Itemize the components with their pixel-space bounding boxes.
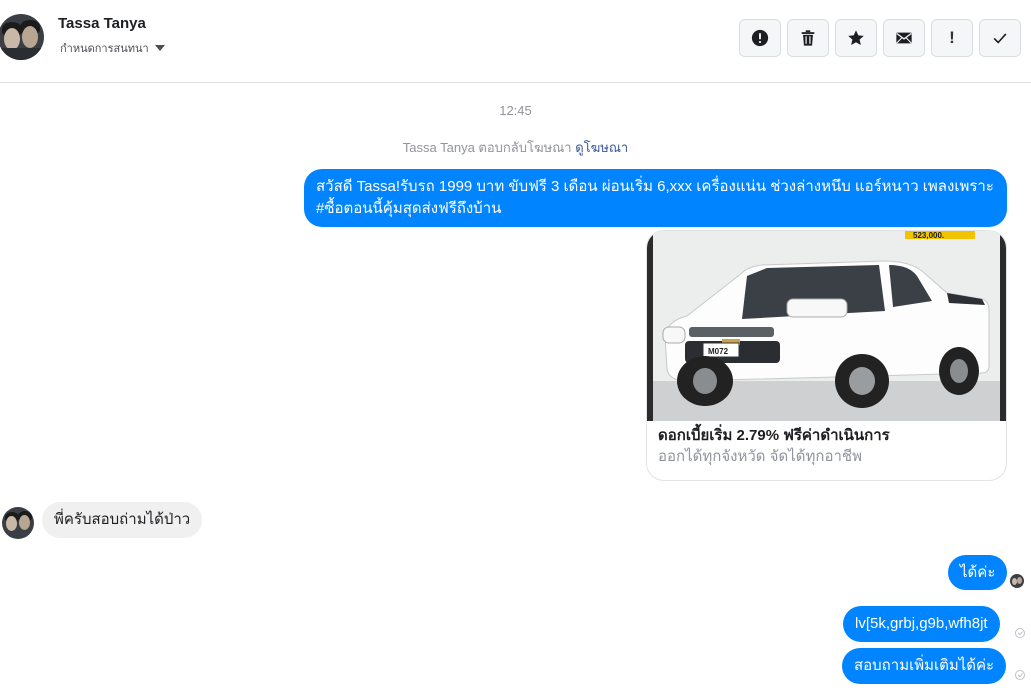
ad-card-subtitle: ออกได้ทุกจังหวัด จัดได้ทุกอาชีพ	[658, 448, 862, 465]
ad-card[interactable]: 523,000. M072 ดอกเบี้ยเริ่ม 2.79% ฟรีค่า…	[646, 230, 1007, 481]
ad-card-image: 523,000. M072	[647, 231, 1006, 421]
important-button[interactable]: !	[931, 19, 973, 57]
mark-done-button[interactable]	[979, 19, 1021, 57]
ad-reply-text: Tassa Tanya ตอบกลับโฆษณา	[402, 140, 572, 155]
contact-avatar-small[interactable]	[2, 507, 34, 539]
caret-down-icon	[154, 45, 165, 51]
outgoing-message[interactable]: สอบถามเพิ่มเติมได้ค่ะ	[842, 648, 1007, 684]
contact-avatar[interactable]	[0, 14, 44, 60]
header-toolbar: !	[739, 19, 1021, 57]
conversation-settings-label: กำหนดการสนทนา	[60, 43, 149, 55]
contact-name[interactable]: Tassa Tanya	[58, 15, 146, 32]
exclamation-icon: !	[949, 28, 955, 47]
license-plate: M072	[708, 347, 729, 356]
outgoing-message[interactable]: สวัสดี Tassa!รับรถ 1999 บาท ขับฟรี 3 เดื…	[304, 169, 1007, 227]
message-timestamp: 12:45	[499, 103, 532, 118]
delete-button[interactable]	[787, 19, 829, 57]
alert-circle-icon	[751, 29, 769, 47]
star-icon	[848, 30, 864, 46]
check-icon	[993, 33, 1007, 44]
delivered-check-icon	[1015, 628, 1025, 638]
outgoing-message[interactable]: lv[5k,grbj,g9b,wfh8jt	[843, 606, 1000, 642]
report-button[interactable]	[739, 19, 781, 57]
pickup-truck-image: 523,000. M072	[647, 231, 1006, 421]
delivered-check-icon	[1015, 670, 1025, 680]
conversation-header: Tassa Tanya กำหนดการสนทนา !	[0, 0, 1031, 83]
ad-reply-note: Tassa Tanya ตอบกลับโฆษณา ดูโฆษณา	[0, 137, 1031, 158]
star-button[interactable]	[835, 19, 877, 57]
conversation-settings-dropdown[interactable]: กำหนดการสนทนา	[60, 39, 165, 57]
envelope-icon	[896, 32, 912, 44]
incoming-message[interactable]: พี่ครับสอบถ่ามได้ป่าว	[42, 502, 203, 538]
read-receipt-avatar	[1010, 574, 1024, 588]
price-tag: 523,000.	[913, 231, 944, 240]
trash-icon	[801, 30, 815, 46]
outgoing-message[interactable]: ได้ค่ะ	[948, 555, 1008, 590]
mark-unread-button[interactable]	[883, 19, 925, 57]
view-ad-link[interactable]: ดูโฆษณา	[575, 140, 628, 155]
